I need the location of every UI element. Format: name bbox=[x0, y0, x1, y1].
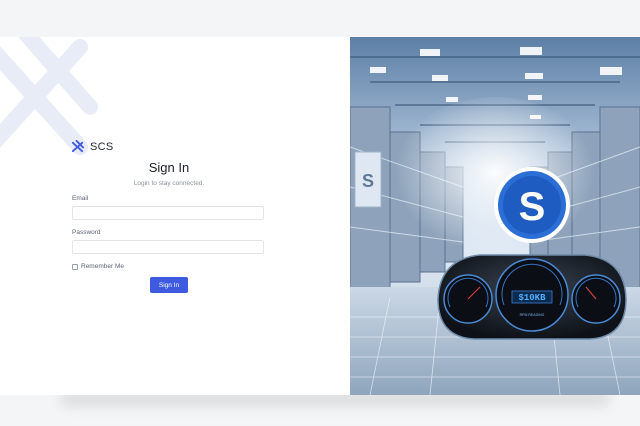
page-title: Sign In bbox=[148, 160, 190, 175]
email-input[interactable] bbox=[72, 206, 264, 220]
gauge-subtext: RPM READING bbox=[520, 313, 545, 317]
sign-in-button[interactable]: Sign In bbox=[150, 277, 188, 293]
gauge-display: $10KB bbox=[518, 293, 546, 303]
brand-name: SCS bbox=[90, 140, 114, 153]
brand: SCS bbox=[71, 140, 114, 153]
remember-checkbox[interactable] bbox=[72, 263, 78, 270]
scs-logo-icon bbox=[71, 140, 84, 153]
remember-me[interactable]: Remember Me bbox=[72, 263, 124, 270]
password-input[interactable] bbox=[72, 240, 264, 254]
email-label: Email bbox=[72, 195, 89, 202]
svg-text:S: S bbox=[362, 171, 374, 191]
hero-logo-letter: S bbox=[519, 185, 546, 229]
remember-label: Remember Me bbox=[81, 263, 124, 270]
password-label: Password bbox=[72, 229, 101, 236]
login-window: SCS Sign In Login to stay connected. Ema… bbox=[0, 37, 640, 395]
warehouse-dashboard-illustration: S S $10KB RPM READING bbox=[350, 37, 640, 395]
login-panel: SCS Sign In Login to stay connected. Ema… bbox=[0, 37, 350, 395]
page-subtitle: Login to stay connected. bbox=[133, 180, 205, 187]
hero-image: S S $10KB RPM READING bbox=[350, 37, 640, 395]
